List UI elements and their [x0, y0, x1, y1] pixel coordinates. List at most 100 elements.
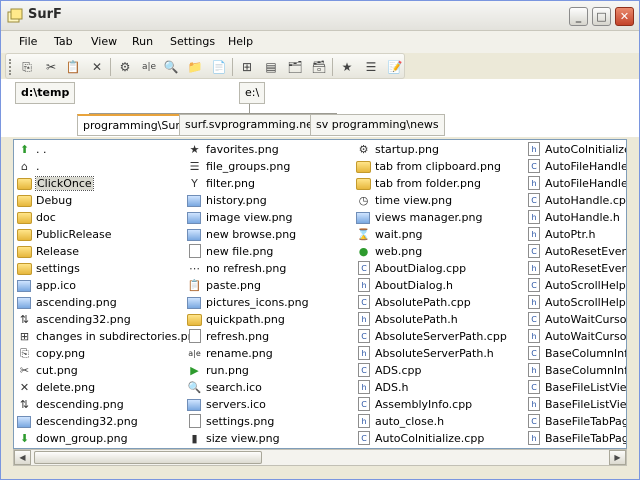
list-item[interactable]: C AutoHandle.cpp	[525, 192, 626, 209]
list-item[interactable]: C AbsolutePath.cpp	[355, 294, 507, 311]
list-item[interactable]: ⋯ no refresh.png	[186, 260, 309, 277]
list-item[interactable]: ▶ run.png	[186, 362, 309, 379]
list-item[interactable]: h BaseFileTabPage.	[525, 430, 626, 447]
menu-run[interactable]: Run	[132, 35, 153, 48]
copy-icon[interactable]: ⎘	[18, 58, 36, 76]
list-item[interactable]: ⬆ . .	[16, 141, 202, 158]
tab-surf-svprogramming-net[interactable]: surf.svprogramming.net	[179, 114, 324, 136]
maximize-button[interactable]: □	[592, 7, 611, 26]
list-item[interactable]: h auto_close.h	[355, 413, 507, 430]
list-item[interactable]: h AutoFileHandle.h	[525, 175, 626, 192]
list-item[interactable]: ▮ size view.png	[186, 430, 309, 447]
list-item[interactable]: C AutoResetEvent.c	[525, 243, 626, 260]
list-item[interactable]: h ADS.h	[355, 379, 507, 396]
list-item[interactable]: new file.png	[186, 243, 309, 260]
tree-icon[interactable]: ⊞	[238, 58, 256, 76]
list-item[interactable]: ☰ file_groups.png	[186, 158, 309, 175]
list-item[interactable]: 📋 paste.png	[186, 277, 309, 294]
list-item[interactable]: ⊞ changes in subdirectories.png	[16, 328, 202, 345]
drive-tab-e[interactable]: e:\	[239, 82, 266, 104]
list-item[interactable]: ◷ time view.png	[355, 192, 507, 209]
list-item[interactable]: ⎘ copy.png	[16, 345, 202, 362]
scroll-left-arrow-icon[interactable]: ◀	[14, 450, 31, 465]
list-item[interactable]: C AutoColnitialize.cpp	[355, 430, 507, 447]
minimize-button[interactable]: _	[569, 7, 588, 26]
list-item[interactable]: C BaseFileTabPage.	[525, 413, 626, 430]
drive-tab-d-temp[interactable]: d:\temp	[15, 82, 76, 104]
history-icon[interactable]: ☰	[362, 58, 380, 76]
list-item[interactable]: history.png	[186, 192, 309, 209]
list-item[interactable]: Yfilter.png	[186, 175, 309, 192]
menu-tab[interactable]: Tab	[54, 35, 73, 48]
scrollbar-thumb[interactable]	[34, 451, 262, 464]
list-item[interactable]: Release	[16, 243, 202, 260]
scroll-right-arrow-icon[interactable]: ▶	[609, 450, 626, 465]
list-item[interactable]: C AutoFileHandle.cp	[525, 158, 626, 175]
list-item[interactable]: descending32.png	[16, 413, 202, 430]
menu-file[interactable]: File	[19, 35, 37, 48]
list-item[interactable]: h AutoResetEvent.h	[525, 260, 626, 277]
list-item[interactable]: h AutoScrollHelper.	[525, 294, 626, 311]
list-item[interactable]: h AboutDialog.h	[355, 277, 507, 294]
list-item[interactable]: ⚙ startup.png	[355, 141, 507, 158]
list-item[interactable]: doc	[16, 209, 202, 226]
cut-icon[interactable]: ✂	[42, 58, 60, 76]
list-item[interactable]: 🔍 search.ico	[186, 379, 309, 396]
delete-icon[interactable]: ✕	[88, 58, 106, 76]
close-button[interactable]: ✕	[615, 7, 634, 26]
new-file-icon[interactable]: 📄	[210, 58, 228, 76]
list-item[interactable]: settings.png	[186, 413, 309, 430]
list-item[interactable]: C ADS.cpp	[355, 362, 507, 379]
list-item[interactable]: ⇅ descending.png	[16, 396, 202, 413]
list-item[interactable]: new browse.png	[186, 226, 309, 243]
menu-view[interactable]: View	[91, 35, 117, 48]
new-folder-icon[interactable]: 📁	[186, 58, 204, 76]
list-item[interactable]: ⌂.	[16, 158, 202, 175]
menu-settings[interactable]: Settings	[170, 35, 215, 48]
file-list[interactable]: ⬆. . ⌂. ClickOnce Debug doc PublicRelease Rele…	[13, 139, 627, 449]
list-item[interactable]: ✂ cut.png	[16, 362, 202, 379]
list-item[interactable]: C AutoWaitCursor.c	[525, 311, 626, 328]
list-item[interactable]: h AutoColnitialize.h	[525, 141, 626, 158]
list-item[interactable]: h BaseColumnInfo.h	[525, 362, 626, 379]
list-item[interactable]: h AutoPtr.h	[525, 226, 626, 243]
menu-help[interactable]: Help	[228, 35, 253, 48]
list-item[interactable]: tab from folder.png	[355, 175, 507, 192]
search-icon[interactable]: 🔍	[162, 58, 180, 76]
list-item[interactable]: h AutoHandle.h	[525, 209, 626, 226]
tab-from-folder-icon[interactable]: 🗂	[286, 58, 304, 76]
title-bar[interactable]: SurF _ □ ✕	[1, 1, 639, 31]
list-item[interactable]: h AbsoluteServerPath.h	[355, 345, 507, 362]
list-item[interactable]: settings	[16, 260, 202, 277]
horizontal-scrollbar[interactable]: ◀ ▶	[13, 449, 627, 466]
rename-icon[interactable]: a|e	[140, 58, 158, 76]
list-item[interactable]: C AbsoluteServerPath.cpp	[355, 328, 507, 345]
paste-icon[interactable]: 📋	[64, 58, 82, 76]
list-item[interactable]: C AutoScrollHelper.	[525, 277, 626, 294]
list-item[interactable]: pictures_icons.png	[186, 294, 309, 311]
tab-from-clipboard-icon[interactable]: 🗃	[310, 58, 328, 76]
list-item[interactable]: refresh.png	[186, 328, 309, 345]
list-item[interactable]: quickpath.png	[186, 311, 309, 328]
list-item[interactable]: views manager.png	[355, 209, 507, 226]
list-item[interactable]: C BaseFileListView.	[525, 379, 626, 396]
tile-icon[interactable]: ▤	[262, 58, 280, 76]
favorites-icon[interactable]: ★	[338, 58, 356, 76]
list-item[interactable]: app.ico	[16, 277, 202, 294]
list-item[interactable]: ● web.png	[355, 243, 507, 260]
list-item[interactable]: ⇅ ascending32.png	[16, 311, 202, 328]
list-item[interactable]: ascending.png	[16, 294, 202, 311]
list-item[interactable]: image view.png	[186, 209, 309, 226]
toolbar-grip[interactable]	[9, 59, 12, 75]
list-item[interactable]: C BaseColumnInfo.c	[525, 345, 626, 362]
tab-programming-surf[interactable]: programming\SurF	[77, 114, 193, 136]
list-item[interactable]: ★ favorites.png	[186, 141, 309, 158]
list-item[interactable]: tab from clipboard.png	[355, 158, 507, 175]
list-item[interactable]: servers.ico	[186, 396, 309, 413]
list-item[interactable]: PublicRelease	[16, 226, 202, 243]
list-item[interactable]: Debug	[16, 192, 202, 209]
notes-icon[interactable]: 📝	[386, 58, 404, 76]
tab-sv-programming-news[interactable]: sv programming\news	[310, 114, 445, 136]
list-item[interactable]: ✕ delete.png	[16, 379, 202, 396]
list-item[interactable]: ClickOnce	[16, 175, 202, 192]
